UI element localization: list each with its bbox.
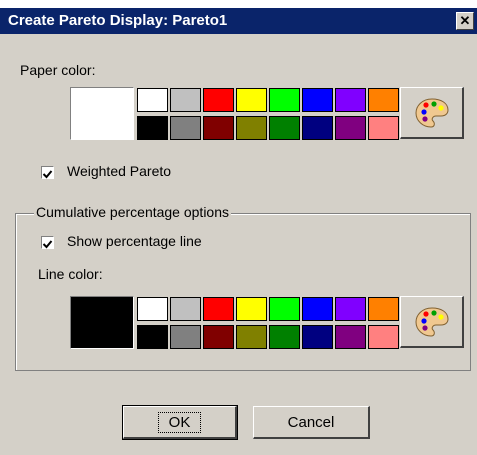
line-custom-color-button[interactable] xyxy=(400,296,464,348)
line-color-swatch[interactable] xyxy=(302,325,333,349)
paper-color-swatch[interactable] xyxy=(368,88,399,112)
line-color-swatch[interactable] xyxy=(236,297,267,321)
paper-color-swatch[interactable] xyxy=(170,116,201,140)
checkmark-icon xyxy=(42,170,53,179)
dialog-title: Create Pareto Display: Pareto1 xyxy=(8,12,228,29)
line-color-swatch[interactable] xyxy=(236,325,267,349)
paper-color-swatch[interactable] xyxy=(203,116,234,140)
paper-color-swatch[interactable] xyxy=(236,88,267,112)
cumulative-options-title: Cumulative percentage options xyxy=(34,204,232,220)
line-color-swatch[interactable] xyxy=(269,297,300,321)
show-percentage-line-label[interactable]: Show percentage line xyxy=(67,233,202,249)
line-color-swatch[interactable] xyxy=(137,297,168,321)
ok-button[interactable]: OK xyxy=(122,405,238,440)
paper-custom-color-button[interactable] xyxy=(400,87,464,139)
palette-icon xyxy=(414,97,449,128)
paper-color-swatch[interactable] xyxy=(170,88,201,112)
line-color-swatch[interactable] xyxy=(302,297,333,321)
line-color-swatch[interactable] xyxy=(170,325,201,349)
paper-color-swatch[interactable] xyxy=(269,116,300,140)
line-color-swatches xyxy=(137,297,399,349)
paper-color-label: Paper color: xyxy=(20,62,96,78)
line-color-swatch[interactable] xyxy=(137,325,168,349)
line-color-swatch[interactable] xyxy=(170,297,201,321)
paper-color-swatch[interactable] xyxy=(302,88,333,112)
weighted-pareto-label[interactable]: Weighted Pareto xyxy=(67,163,171,179)
paper-color-swatch[interactable] xyxy=(335,88,366,112)
paper-color-swatch[interactable] xyxy=(269,88,300,112)
title-bar[interactable]: Create Pareto Display: Pareto1 ✕ xyxy=(0,8,477,34)
paper-color-swatch[interactable] xyxy=(236,116,267,140)
line-color-label: Line color: xyxy=(38,266,103,282)
paper-color-preview xyxy=(70,87,134,140)
paper-color-swatch[interactable] xyxy=(368,116,399,140)
line-color-swatch[interactable] xyxy=(335,325,366,349)
line-color-swatch[interactable] xyxy=(203,325,234,349)
paper-color-swatch[interactable] xyxy=(335,116,366,140)
line-color-swatch[interactable] xyxy=(203,297,234,321)
ok-button-label: OK xyxy=(157,411,202,433)
line-color-swatch[interactable] xyxy=(335,297,366,321)
line-color-preview xyxy=(70,296,134,349)
paper-color-swatch[interactable] xyxy=(137,88,168,112)
line-color-swatch[interactable] xyxy=(269,325,300,349)
close-icon[interactable]: ✕ xyxy=(456,12,474,30)
paper-color-swatch[interactable] xyxy=(137,116,168,140)
checkmark-icon xyxy=(42,240,53,249)
paper-color-swatch[interactable] xyxy=(203,88,234,112)
show-percentage-line-checkbox[interactable] xyxy=(41,236,54,249)
cancel-button-label: Cancel xyxy=(287,413,335,431)
line-color-swatch[interactable] xyxy=(368,297,399,321)
paper-color-swatches xyxy=(137,88,399,140)
paper-color-swatch[interactable] xyxy=(302,116,333,140)
line-color-swatch[interactable] xyxy=(368,325,399,349)
palette-icon xyxy=(414,306,449,337)
weighted-pareto-checkbox[interactable] xyxy=(41,166,54,179)
cancel-button[interactable]: Cancel xyxy=(253,406,370,439)
